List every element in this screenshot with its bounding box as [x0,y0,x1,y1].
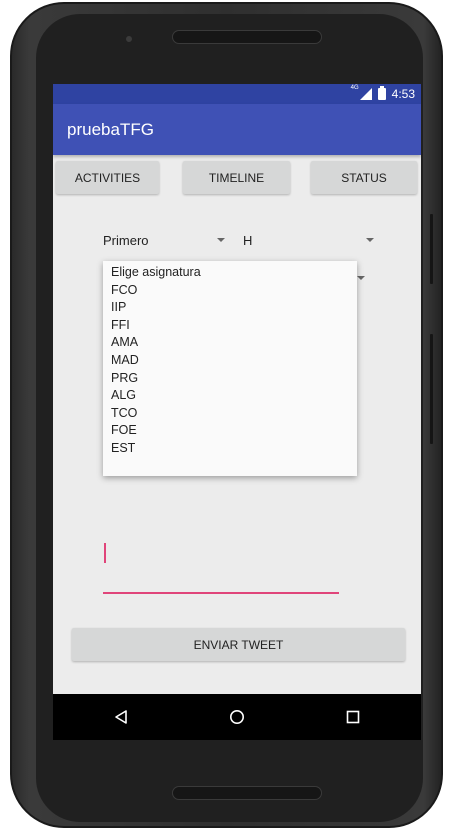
signal-icon: 4G [351,85,372,100]
course-spinner[interactable]: Primero [103,228,233,252]
chevron-down-icon [366,238,374,242]
send-tweet-button[interactable]: ENVIAR TWEET [72,628,405,661]
status-button[interactable]: STATUS [311,161,417,194]
chevron-down-icon [217,238,225,242]
dropdown-item[interactable]: Elige asignatura [103,264,357,282]
text-cursor [104,543,106,563]
screen: 4G 4:53 pruebaTFG ACTIVITIES TIMELINE ST… [53,84,421,740]
front-camera [126,36,132,42]
course-spinner-value: Primero [103,232,149,248]
home-icon[interactable] [217,694,257,740]
dropdown-item[interactable]: MAD [103,352,357,370]
navigation-bar [53,694,421,740]
tweet-input[interactable] [103,539,339,594]
dropdown-item[interactable]: ALG [103,387,357,405]
dropdown-item[interactable]: FCO [103,282,357,300]
subject-dropdown-list: Elige asignatura FCO IIP FFI AMA MAD PRG… [103,261,357,476]
dropdown-item[interactable]: FOE [103,422,357,440]
group-spinner-value: H [243,232,253,248]
top-speaker [172,30,322,44]
group-spinner[interactable]: H [243,228,378,252]
back-icon[interactable] [101,694,141,740]
status-icons: 4G 4:53 [351,85,415,101]
recents-icon[interactable] [333,694,373,740]
dropdown-item[interactable]: EST [103,440,357,458]
dropdown-item[interactable]: FFI [103,317,357,335]
app-title: pruebaTFG [67,120,154,139]
timeline-button[interactable]: TIMELINE [183,161,290,194]
bottom-speaker [172,786,322,800]
dropdown-item[interactable]: AMA [103,334,357,352]
status-time: 4:53 [391,87,415,101]
dropdown-item[interactable]: PRG [103,370,357,388]
battery-icon [377,86,386,100]
network-type: 4G [350,85,359,91]
volume-button [430,214,433,284]
activities-button[interactable]: ACTIVITIES [56,161,159,194]
power-button [430,334,433,444]
subject-spinner-chevron-icon [357,276,365,280]
app-bar: pruebaTFG [53,104,421,155]
dropdown-item[interactable]: IIP [103,299,357,317]
dropdown-item[interactable]: TCO [103,405,357,423]
status-bar: 4G 4:53 [53,84,421,104]
